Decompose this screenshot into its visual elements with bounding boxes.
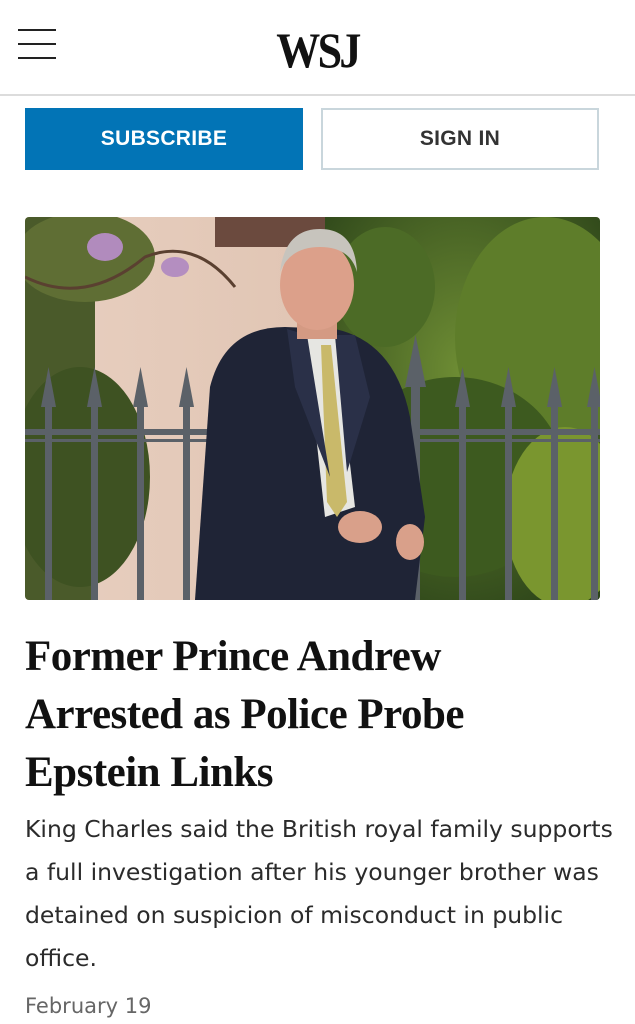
subscribe-button[interactable]: SUBSCRIBE xyxy=(25,108,303,170)
sign-in-button[interactable]: SIGN IN xyxy=(321,108,599,170)
article-date: February 19 xyxy=(25,994,152,1018)
top-bar: WSJ xyxy=(0,0,635,96)
article-headline[interactable]: Former Prince Andrew Arrested as Police … xyxy=(25,628,605,802)
article-hero-image[interactable] xyxy=(25,217,600,600)
wsj-logo[interactable]: WSJ xyxy=(38,22,597,78)
article-summary: King Charles said the British royal fami… xyxy=(25,815,613,972)
